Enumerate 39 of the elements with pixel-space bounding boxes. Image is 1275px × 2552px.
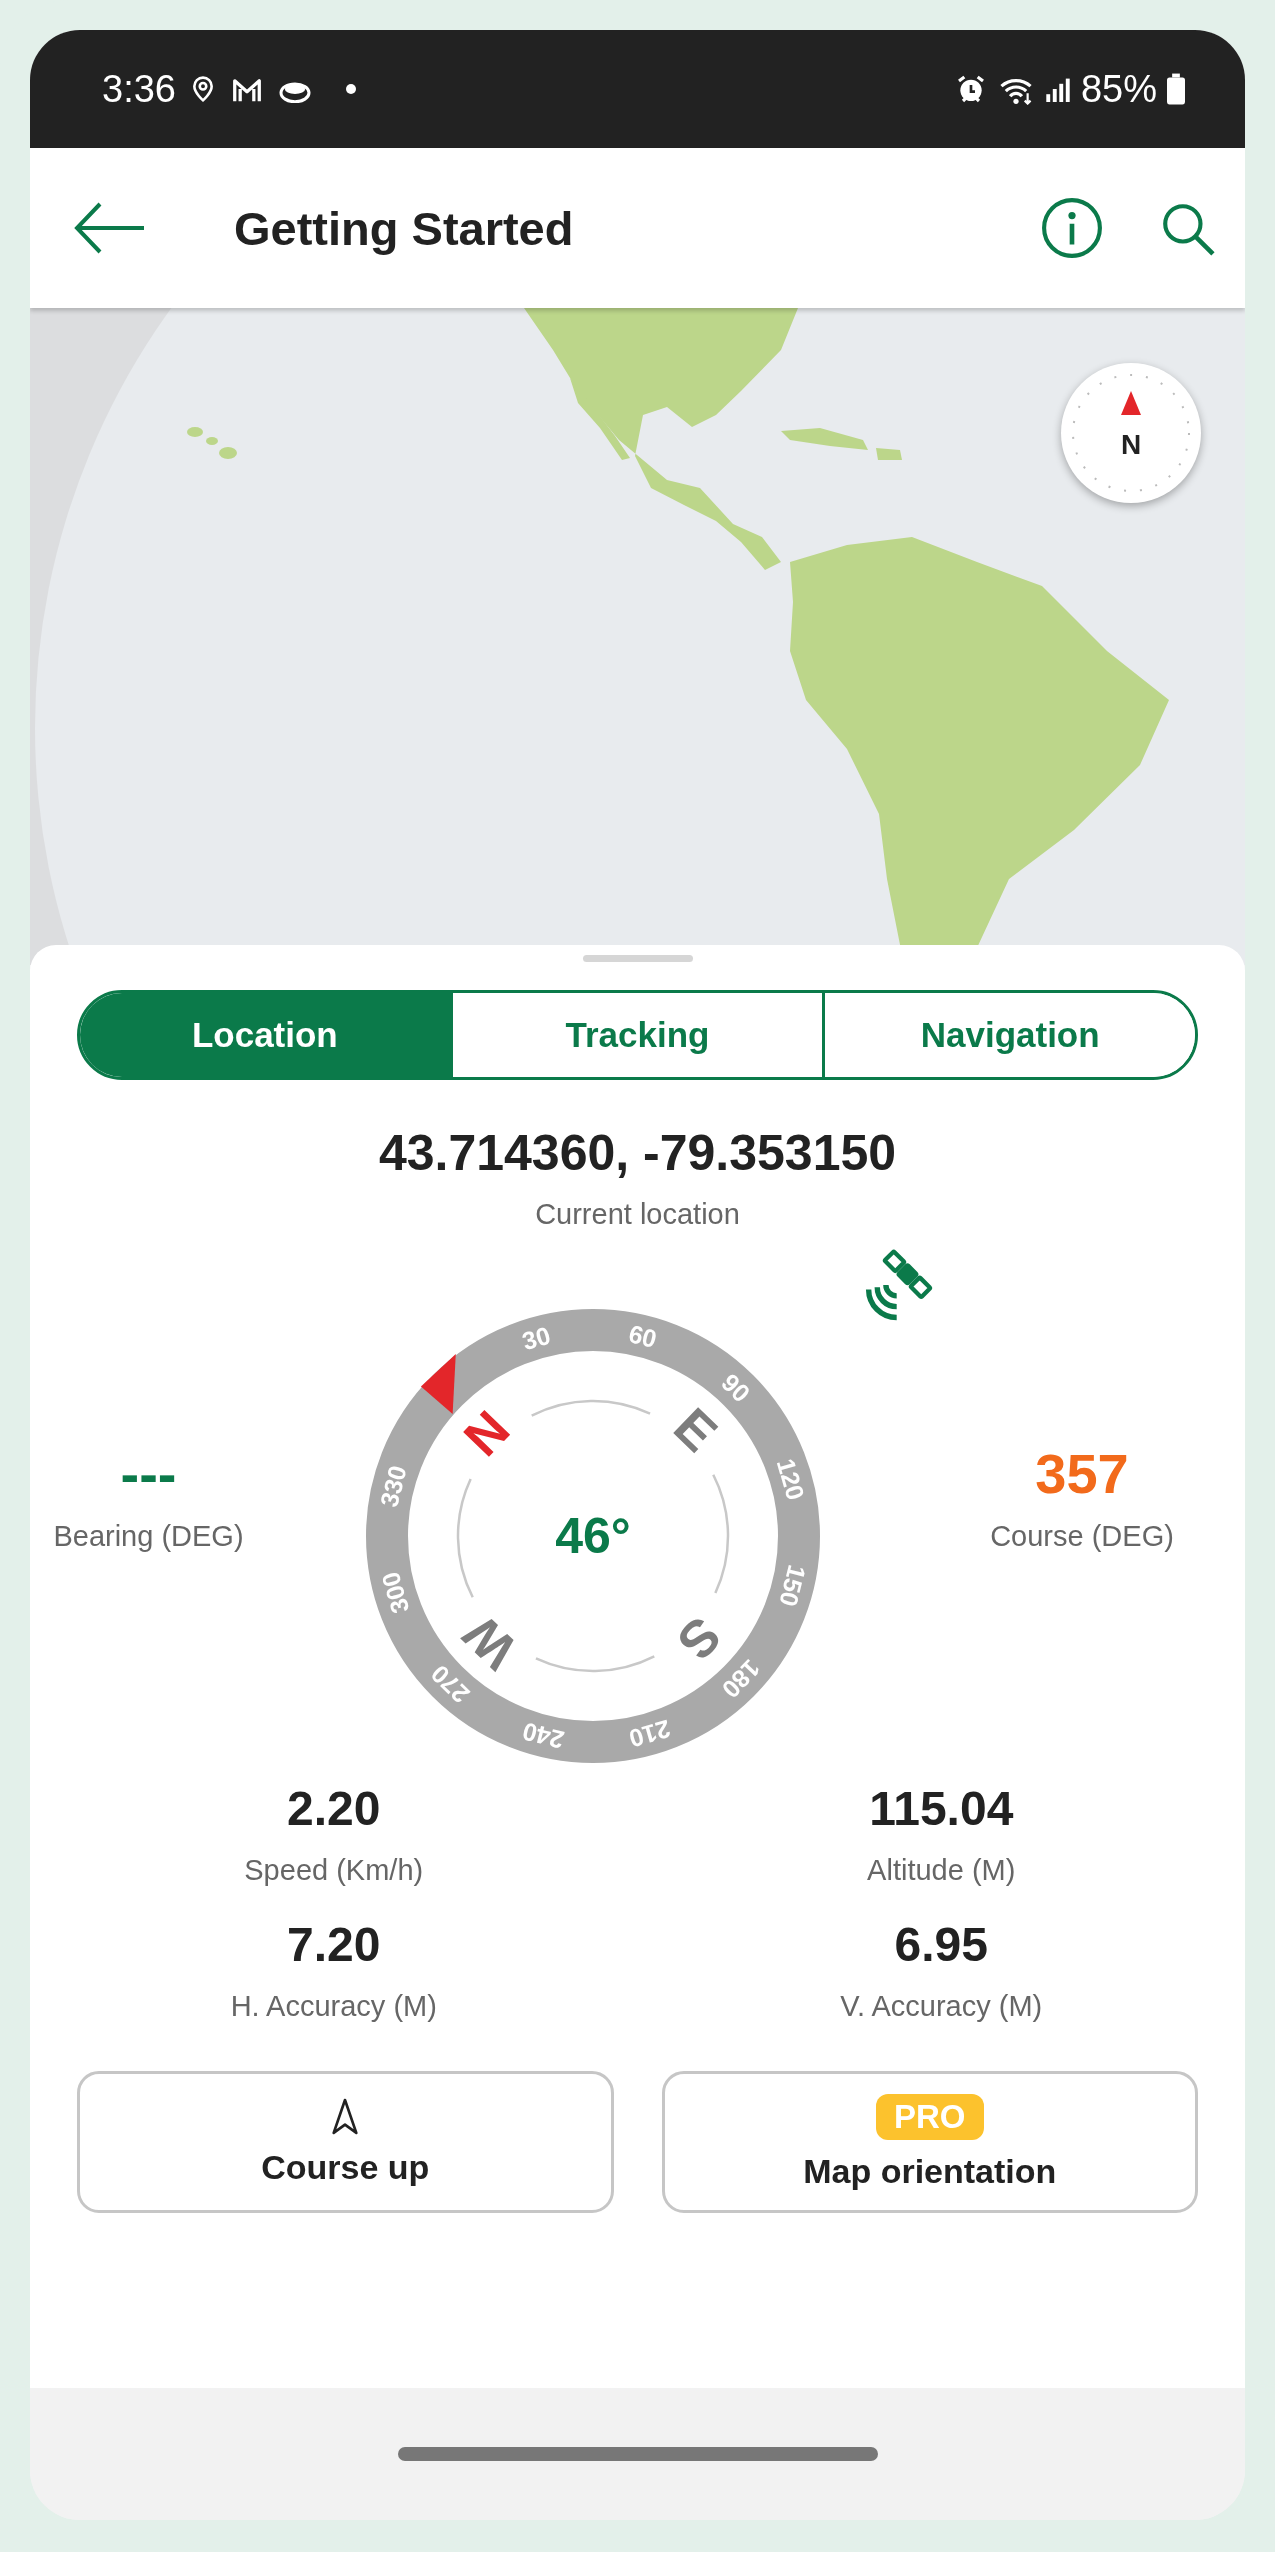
stat-value: 6.95: [894, 1917, 988, 1972]
dial-number: 120: [771, 1455, 811, 1504]
tab[interactable]: Navigation: [822, 993, 1195, 1077]
stat-value: 2.20: [287, 1781, 381, 1836]
dial-number: 60: [625, 1319, 660, 1354]
notification-dot-icon: [345, 84, 356, 94]
dial-number: 210: [625, 1714, 674, 1754]
course-label: Course (DEG): [990, 1520, 1174, 1553]
stat-label: V. Accuracy (M): [840, 1990, 1043, 2023]
pro-badge: PRO: [876, 2093, 984, 2140]
north-marker-icon: [420, 1353, 456, 1414]
bearing-label: Bearing (DEG): [53, 1520, 244, 1553]
option-button[interactable]: PRO Map orientation: [661, 2071, 1198, 2213]
stat-label: Speed (Km/h): [244, 1854, 424, 1887]
option-button[interactable]: Course up: [77, 2071, 614, 2213]
cardinal-letter: N: [452, 1399, 521, 1467]
stat-label: Altitude (M): [867, 1854, 1016, 1887]
drag-handle[interactable]: [582, 955, 693, 962]
battery-icon: [1167, 73, 1185, 105]
dial-number: 300: [375, 1568, 415, 1617]
info-icon[interactable]: [1041, 197, 1103, 259]
tab[interactable]: Location: [80, 993, 450, 1077]
battery-percent: 85%: [1080, 67, 1157, 111]
heading-value: 46°: [555, 1508, 631, 1564]
status-time: 3:36: [102, 67, 176, 111]
back-arrow-icon[interactable]: [74, 200, 146, 256]
navigation-arrow-icon: [330, 2097, 361, 2136]
dial-number: 330: [374, 1462, 412, 1510]
stat-label: H. Accuracy (M): [230, 1990, 437, 2023]
bearing-value: ---: [120, 1441, 177, 1506]
coordinates: 43.714360, -79.353150: [377, 1124, 898, 1182]
dial-number: 150: [774, 1562, 812, 1610]
dial-number: 30: [518, 1320, 554, 1356]
screen-title: Getting Started: [234, 200, 574, 256]
course-value: 357: [1035, 1441, 1129, 1506]
dial-number: 240: [519, 1717, 567, 1755]
stat-value: 7.20: [287, 1917, 381, 1972]
coordinates-label: Current location: [534, 1198, 741, 1231]
stat-value: 115.04: [869, 1781, 1014, 1836]
